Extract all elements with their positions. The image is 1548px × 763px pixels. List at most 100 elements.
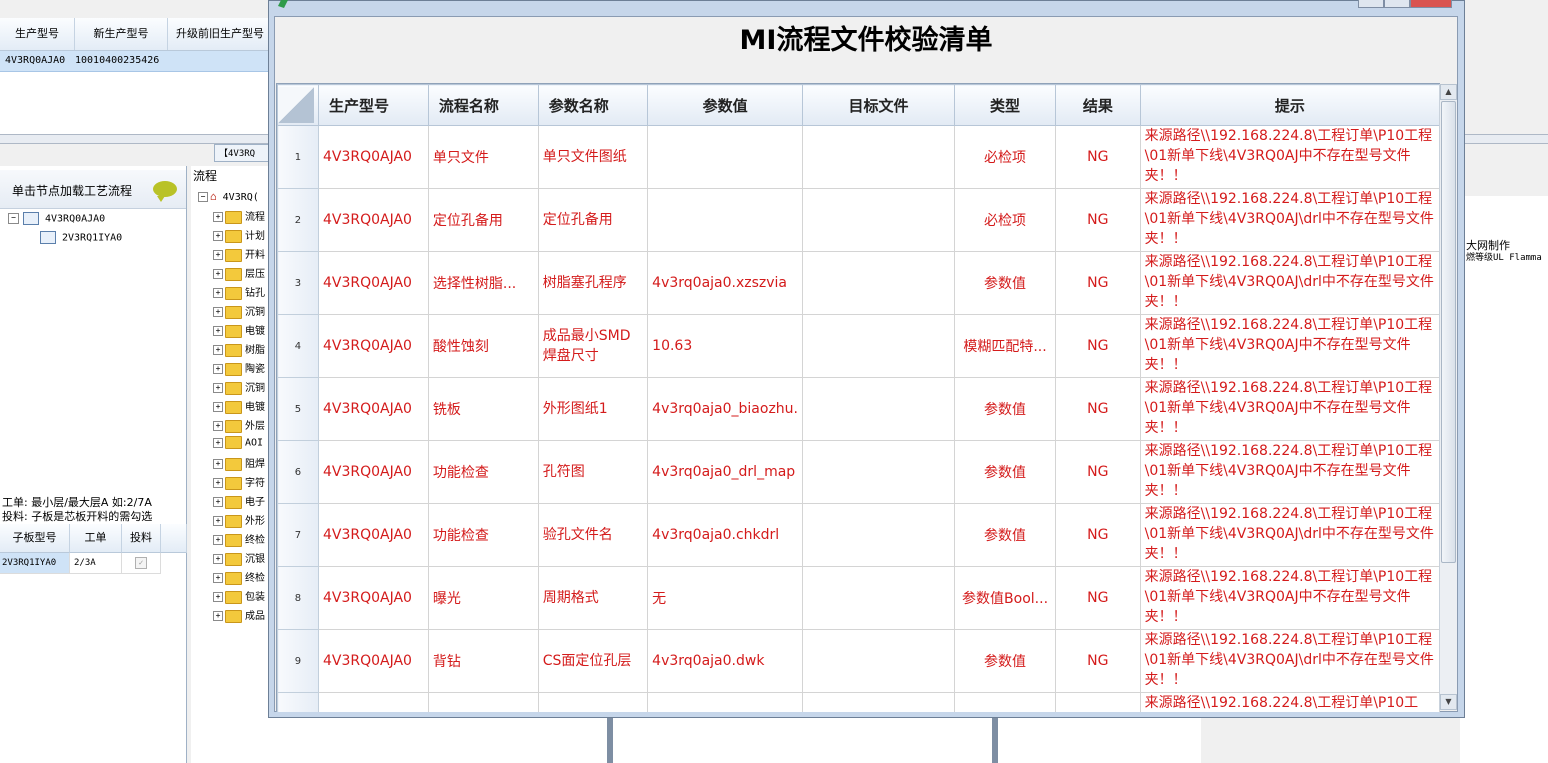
cell-target[interactable] [801,629,956,693]
row-index[interactable]: 4 [277,314,319,378]
cell-param[interactable]: CS面定位孔层 [537,629,649,693]
expand-icon[interactable]: + [213,250,223,260]
table-row[interactable]: 3 4V3RQ0AJA0 选择性树脂... 树脂塞孔程序 4v3rq0aja0.xzsz… [277,251,1440,315]
cell-flow[interactable]: 铣板 [427,377,539,441]
expand-icon[interactable]: + [213,269,223,279]
cell-param[interactable]: 树脂塞孔程序 [537,251,649,315]
mid-tree-item[interactable]: + 外层 [213,417,265,433]
mid-tree-item[interactable]: + 电镀 [213,398,265,414]
cell-hint[interactable]: 来源路径\\192.168.224.8\工程订单\P10工程\01新单下线\4V… [1139,314,1440,378]
expand-icon[interactable]: + [213,516,223,526]
expand-icon[interactable]: + [213,535,223,545]
row-index[interactable]: 6 [277,440,319,504]
scroll-up-icon[interactable]: ▲ [1440,84,1457,100]
cell-result[interactable]: NG [1055,314,1141,378]
cell-type[interactable]: 参数值 [954,503,1057,567]
cell-model[interactable]: 4V3RQ0AJA0 [317,566,429,630]
cell-flow[interactable]: 定位孔备用 [427,188,539,252]
mid-tree-item[interactable]: + 沉铜 [213,379,265,395]
cell-param[interactable]: 单只文件图纸 [537,125,649,189]
expand-icon[interactable]: + [213,459,223,469]
expand-icon[interactable]: + [213,326,223,336]
expand-icon[interactable]: + [213,421,223,431]
mid-tree-item[interactable]: + 终检 [213,531,265,547]
expand-icon[interactable]: + [213,307,223,317]
cell-param[interactable]: 周期格式 [537,566,649,630]
header-type[interactable]: 类型 [954,84,1057,126]
cell-hint[interactable]: 来源路径\\192.168.224.8\工程订单\P10工 [1139,692,1440,712]
expand-icon[interactable]: + [213,383,223,393]
mid-tree-root[interactable]: − ⌂ 4V3RQ( [198,190,259,203]
cell-param[interactable]: 定位孔备用 [537,188,649,252]
cell-result[interactable]: NG [1055,566,1141,630]
mid-tab[interactable]: 【4V3RQ [214,144,272,162]
table-row[interactable]: 2 4V3RQ0AJA0 定位孔备用 定位孔备用 必检项 NG 来源路径\\192.168.… [277,188,1440,252]
table-row[interactable]: 1 4V3RQ0AJA0 单只文件 单只文件图纸 必检项 NG 来源路径\\192.168.… [277,125,1440,189]
cell-value[interactable]: 4v3rq0aja0_biaozhu. [647,377,803,441]
cell-param[interactable]: 外形图纸1 [537,377,649,441]
cell-target[interactable] [801,566,956,630]
cell-type[interactable]: 参数值Bool... [954,566,1057,630]
cell-type[interactable]: 必检项 [954,188,1057,252]
row-index[interactable]: 3 [277,251,319,315]
cell-value[interactable]: 无 [647,566,803,630]
cell-value[interactable] [647,692,803,712]
header-hint[interactable]: 提示 [1139,84,1440,126]
row-index[interactable]: 9 [277,629,319,693]
cell-hint[interactable]: 来源路径\\192.168.224.8\工程订单\P10工程\01新单下线\4V… [1139,440,1440,504]
cell-target[interactable] [801,314,956,378]
corner-cell[interactable] [277,84,319,126]
cell-hint[interactable]: 来源路径\\192.168.224.8\工程订单\P10工程\01新单下线\4V… [1139,251,1440,315]
cell-type[interactable]: 参数值 [954,377,1057,441]
cell-value[interactable] [647,125,803,189]
cell-param[interactable]: 孔符图 [537,440,649,504]
cell-target[interactable] [801,692,956,712]
bg-grid-row[interactable]: 4V3RQ0AJA0 10010400235426 [0,51,300,72]
row-index[interactable]: 8 [277,566,319,630]
cell-model[interactable]: 4V3RQ0AJA0 [317,503,429,567]
cell-param[interactable]: 验孔文件名 [537,503,649,567]
scroll-down-icon[interactable]: ▼ [1440,694,1457,710]
cell-model[interactable]: 4V3RQ0AJA0 [317,314,429,378]
mid-tree-item[interactable]: + 字符 [213,474,265,490]
table-row[interactable]: 7 4V3RQ0AJA0 功能检查 验孔文件名 4v3rq0aja0.chkdrl 参数值… [277,503,1440,567]
close-button[interactable] [1410,0,1452,8]
expand-icon[interactable]: + [213,288,223,298]
cell-flow[interactable]: 酸性蚀刻 [427,314,539,378]
cell-type[interactable]: 模糊匹配特... [954,314,1057,378]
cell-hint[interactable]: 来源路径\\192.168.224.8\工程订单\P10工程\01新单下线\4V… [1139,377,1440,441]
cell-type[interactable]: 参数值 [954,440,1057,504]
cell-model[interactable] [317,692,429,712]
cell-target[interactable] [801,188,956,252]
cell-result[interactable]: NG [1055,125,1141,189]
expand-icon[interactable]: + [213,554,223,564]
table-row[interactable]: 8 4V3RQ0AJA0 曝光 周期格式无 参数值Bool... NG 来源路径\\192.… [277,566,1440,630]
cell-result[interactable]: NG [1055,503,1141,567]
expand-icon[interactable]: + [213,497,223,507]
mid-tree-item[interactable]: + 成品 [213,607,265,623]
expand-icon[interactable]: + [213,478,223,488]
mid-tree-item[interactable]: + 层压 [213,265,265,281]
row-index[interactable] [277,692,319,712]
expand-icon[interactable]: + [213,231,223,241]
feed-checkbox[interactable]: ✓ [122,553,161,574]
mid-tree-item[interactable]: + 电镀 [213,322,265,338]
mid-tree-item[interactable]: + 树脂 [213,341,265,357]
cell-value[interactable]: 4v3rq0aja0_drl_map [647,440,803,504]
cell-target[interactable] [801,251,956,315]
table-row[interactable]: 4 4V3RQ0AJA0 酸性蚀刻 成品最小SMD焊盘尺寸 10.63 模糊匹配特... N… [277,314,1440,378]
cell-flow[interactable] [427,692,539,712]
cell-hint[interactable]: 来源路径\\192.168.224.8\工程订单\P10工程\01新单下线\4V… [1139,125,1440,189]
header-flow[interactable]: 流程名称 [427,84,539,126]
mid-tree-item[interactable]: + 阻焊 [213,455,265,471]
cell-model[interactable]: 4V3RQ0AJA0 [317,251,429,315]
mid-tree-item[interactable]: + 沉银 [213,550,265,566]
row-index[interactable]: 1 [277,125,319,189]
cell-type[interactable] [954,692,1057,712]
cell-flow[interactable]: 单只文件 [427,125,539,189]
cell-flow[interactable]: 功能检查 [427,440,539,504]
table-row[interactable]: 6 4V3RQ0AJA0 功能检查 孔符图 4v3rq0aja0_drl_map 参数值 N… [277,440,1440,504]
expand-icon[interactable]: + [213,212,223,222]
cell-target[interactable] [801,377,956,441]
cell-result[interactable]: NG [1055,629,1141,693]
